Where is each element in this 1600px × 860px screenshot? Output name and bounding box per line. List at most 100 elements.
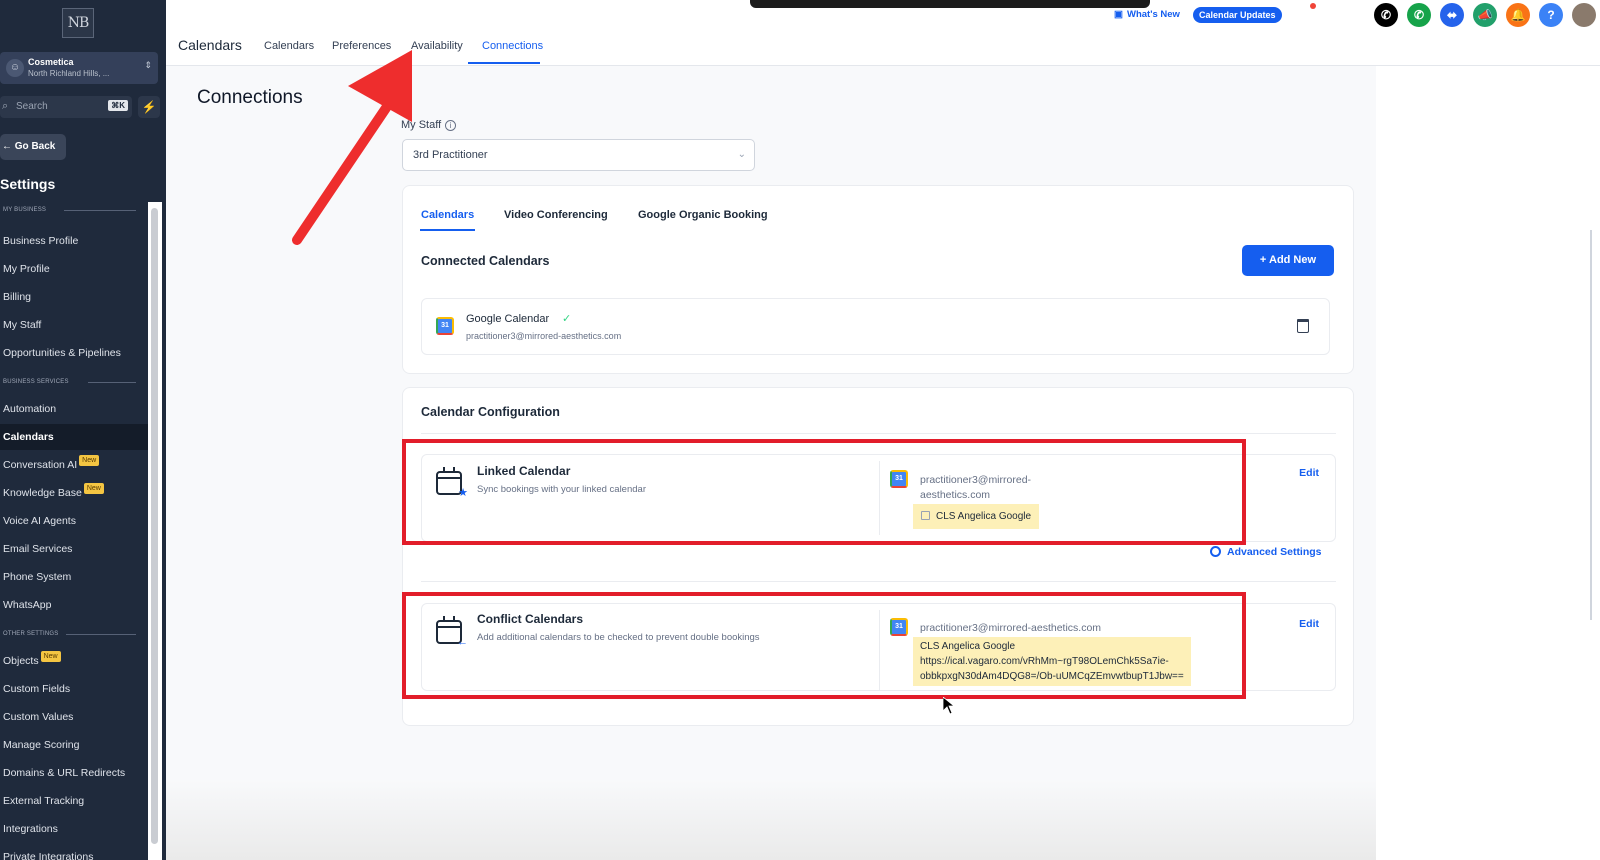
- sidebar-item-voice-ai-agents[interactable]: Voice AI Agents: [0, 508, 148, 534]
- sidebar-scrollbar[interactable]: [148, 202, 162, 860]
- sidebar-item-custom-values[interactable]: Custom Values: [0, 704, 148, 730]
- section-divider: [66, 634, 136, 635]
- highlight-box-conflict: [402, 592, 1246, 699]
- staff-select-value: 3rd Practitioner: [413, 149, 488, 161]
- add-new-button[interactable]: + Add New: [1242, 245, 1334, 276]
- sidebar: NB ☺ Cosmetica North Richland Hills, ...…: [0, 0, 166, 860]
- trash-icon[interactable]: [1297, 319, 1309, 333]
- sidebar-item-conversation-ai[interactable]: Conversation AI New: [0, 452, 148, 478]
- chevron-updown-icon: ⇕: [144, 60, 152, 70]
- whats-new-label: What's New: [1126, 9, 1180, 20]
- account-location: North Richland Hills, ...: [28, 69, 110, 78]
- chevron-down-icon: ⌄: [737, 149, 746, 160]
- connected-calendars-title: Connected Calendars: [421, 254, 550, 268]
- sidebar-item-manage-scoring[interactable]: Manage Scoring: [0, 732, 148, 758]
- page-scrollbar[interactable]: [1590, 230, 1592, 620]
- overlay-strip: [750, 0, 1150, 8]
- sidebar-item-private-integrations[interactable]: Private Integrations: [0, 844, 148, 860]
- connected-calendar-item: 31 Google Calendar ✓ practitioner3@mirro…: [421, 298, 1330, 355]
- sidebar-item-label: Conversation AI: [3, 459, 78, 471]
- search-shortcut: ⌘K: [108, 100, 128, 111]
- tab-preferences[interactable]: Preferences: [332, 40, 391, 52]
- google-calendar-icon: 31: [436, 317, 454, 335]
- section-divider: [88, 382, 136, 383]
- notification-dot: [1310, 3, 1316, 9]
- page-title: Connections: [197, 87, 303, 108]
- megaphone-icon[interactable]: 📣: [1473, 3, 1497, 27]
- whats-new-link[interactable]: ▣ What's New: [1114, 9, 1180, 20]
- help-icon[interactable]: ?: [1539, 3, 1563, 27]
- apps-icon[interactable]: ⬌: [1440, 3, 1464, 27]
- account-switcher[interactable]: ☺ Cosmetica North Richland Hills, ... ⇕: [0, 52, 158, 84]
- staff-select[interactable]: 3rd Practitioner ⌄: [402, 139, 755, 171]
- calendar-configuration-title: Calendar Configuration: [421, 405, 560, 419]
- tab-calendars[interactable]: Calendars: [264, 40, 314, 52]
- sidebar-item-automation[interactable]: Automation: [0, 396, 148, 422]
- subtab-google-organic-booking[interactable]: Google Organic Booking: [638, 209, 768, 221]
- bottom-area: [166, 780, 1376, 860]
- section-label-other-settings: OTHER SETTINGS: [3, 631, 59, 637]
- info-icon[interactable]: i: [445, 120, 457, 131]
- sidebar-item-email-services[interactable]: Email Services: [0, 536, 148, 562]
- calendar-account-email: practitioner3@mirrored-aesthetics.com: [466, 331, 622, 341]
- bell-icon[interactable]: 🔔: [1506, 3, 1530, 27]
- sidebar-item-whatsapp[interactable]: WhatsApp: [0, 592, 148, 618]
- module-title: Calendars: [178, 37, 242, 53]
- sidebar-item-integrations[interactable]: Integrations: [0, 816, 148, 842]
- sidebar-item-phone-system[interactable]: Phone System: [0, 564, 148, 590]
- subtab-calendars[interactable]: Calendars: [421, 209, 474, 221]
- sidebar-item-objects[interactable]: Objects New: [0, 648, 148, 674]
- section-label-business-services: BUSINESS SERVICES: [3, 379, 69, 385]
- section-label-my-business: MY BUSINESS: [3, 207, 47, 213]
- highlight-box-linked: [402, 439, 1246, 545]
- advanced-settings-link[interactable]: Advanced Settings: [1210, 546, 1322, 558]
- sidebar-item-custom-fields[interactable]: Custom Fields: [0, 676, 148, 702]
- sidebar-item-my-profile[interactable]: My Profile: [0, 256, 148, 282]
- tab-connections[interactable]: Connections: [482, 40, 543, 52]
- new-badge: New: [40, 651, 61, 662]
- new-badge: New: [83, 483, 104, 494]
- staff-label-text: My Staff: [401, 119, 442, 131]
- account-name: Cosmetica: [28, 57, 74, 67]
- call-icon[interactable]: ✆: [1407, 3, 1431, 27]
- top-bar: Calendars Calendars Preferences Availabi…: [166, 0, 1600, 66]
- company-logo: NB: [62, 8, 94, 38]
- sidebar-item-billing[interactable]: Billing: [0, 284, 148, 310]
- right-blank-area: [1376, 66, 1600, 860]
- advanced-settings-label: Advanced Settings: [1227, 546, 1322, 558]
- new-badge: New: [79, 455, 100, 466]
- search-icon: ⌕: [2, 100, 9, 112]
- sidebar-item-opportunities[interactable]: Opportunities & Pipelines: [0, 340, 148, 366]
- sidebar-item-calendars[interactable]: Calendars: [0, 424, 148, 450]
- edit-conflict-calendars-button[interactable]: Edit: [1299, 618, 1319, 630]
- account-avatar-icon: ☺: [6, 59, 24, 77]
- phone-icon[interactable]: ✆: [1374, 3, 1398, 27]
- divider: [421, 581, 1336, 582]
- calendar-provider-name: Google Calendar: [466, 313, 550, 325]
- check-icon: ✓: [562, 313, 572, 325]
- subtab-video-conferencing[interactable]: Video Conferencing: [504, 209, 608, 221]
- sidebar-item-my-staff[interactable]: My Staff: [0, 312, 148, 338]
- gear-icon: [1210, 546, 1221, 557]
- sidebar-item-knowledge-base[interactable]: Knowledge Base New: [0, 480, 148, 506]
- scrollbar-thumb[interactable]: [151, 208, 158, 844]
- sidebar-item-external-tracking[interactable]: External Tracking: [0, 788, 148, 814]
- divider: [421, 433, 1336, 434]
- search-placeholder: Search: [16, 101, 48, 112]
- go-back-button[interactable]: ← Go Back: [0, 134, 66, 160]
- sidebar-item-business-profile[interactable]: Business Profile: [0, 228, 148, 254]
- calendar-updates-button[interactable]: Calendar Updates: [1193, 7, 1282, 23]
- sidebar-item-domains[interactable]: Domains & URL Redirects: [0, 760, 148, 786]
- sidebar-item-label: Knowledge Base: [3, 487, 82, 499]
- tab-availability[interactable]: Availability: [411, 40, 463, 52]
- staff-label: My Staff i: [401, 119, 457, 131]
- section-divider: [64, 210, 136, 211]
- quick-action-bolt-icon[interactable]: ⚡: [138, 96, 160, 118]
- sidebar-search-input[interactable]: ⌕ Search ⌘K: [0, 96, 132, 118]
- edit-linked-calendar-button[interactable]: Edit: [1299, 467, 1319, 479]
- chat-icon: ▣: [1114, 9, 1123, 20]
- active-tab-indicator: [468, 62, 540, 64]
- active-subtab-indicator: [420, 229, 475, 231]
- mouse-cursor-icon: [943, 697, 955, 715]
- user-avatar[interactable]: [1572, 3, 1596, 27]
